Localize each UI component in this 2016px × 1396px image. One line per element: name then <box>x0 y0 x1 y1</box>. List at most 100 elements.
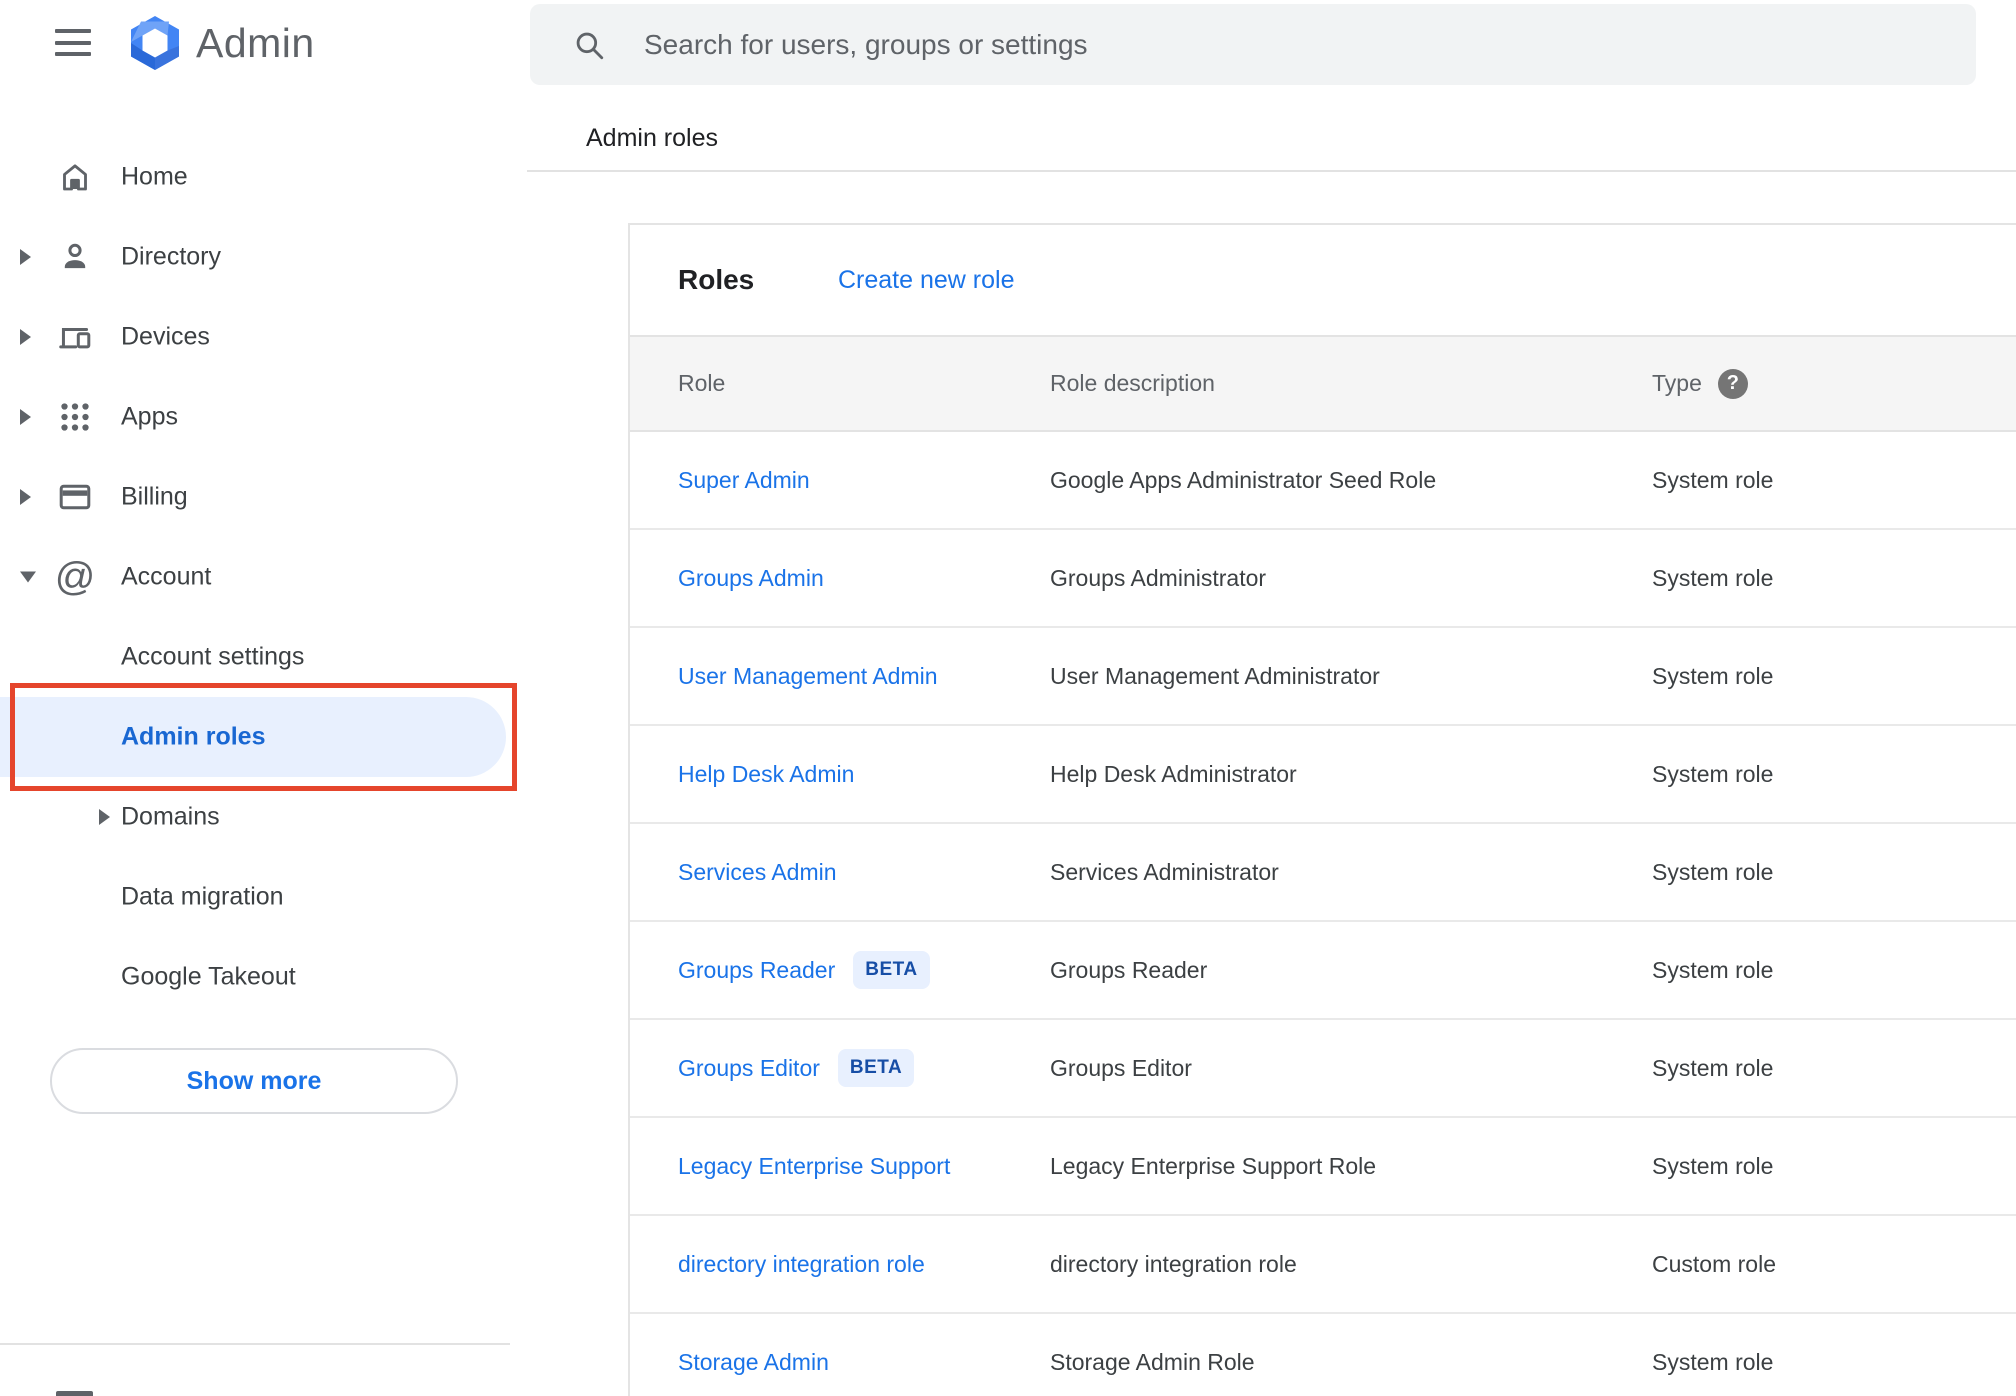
sidebar-item-label: Billing <box>121 482 188 511</box>
sidebar-item-label: Google Takeout <box>121 962 296 991</box>
sidebar-item-label: Admin roles <box>121 722 266 751</box>
chevron-right-icon[interactable] <box>20 489 31 505</box>
person-icon <box>55 237 95 277</box>
sidebar-item-home[interactable]: Home <box>0 137 516 217</box>
table-row: directory integration role directory inte… <box>630 1216 2016 1314</box>
role-cell: Storage Admin <box>678 1314 829 1396</box>
table-row: Services Admin Services Administrator Syst… <box>630 824 2016 922</box>
role-description-cell: Google Apps Administrator Seed Role <box>1050 466 1437 493</box>
role-type-cell: System role <box>1652 662 1774 689</box>
role-link[interactable]: Storage Admin <box>678 1349 829 1376</box>
column-header-description: Role description <box>1050 370 1215 396</box>
create-new-role-link[interactable]: Create new role <box>838 225 1014 335</box>
show-more-button[interactable]: Show more <box>50 1048 458 1114</box>
role-cell: Groups Admin <box>678 530 824 626</box>
role-link[interactable]: Help Desk Admin <box>678 761 854 788</box>
sidebar-item-devices[interactable]: Devices <box>0 297 516 377</box>
hamburger-menu-button[interactable] <box>55 29 91 56</box>
role-link[interactable]: directory integration role <box>678 1251 925 1278</box>
chevron-right-icon[interactable] <box>99 809 110 825</box>
chevron-down-icon[interactable] <box>20 571 36 583</box>
table-row: Help Desk Admin Help Desk Administrator Sy… <box>630 726 2016 824</box>
sidebar-item-label: Apps <box>121 402 178 431</box>
role-type-cell: System role <box>1652 564 1774 591</box>
app-title: Admin <box>196 19 315 66</box>
partial-bottom-icon <box>56 1391 93 1396</box>
role-cell: Services Admin <box>678 824 837 920</box>
role-link[interactable]: Super Admin <box>678 467 810 494</box>
breadcrumb: Admin roles <box>586 124 718 152</box>
help-icon[interactable]: ? <box>1717 368 1748 399</box>
role-description-cell: Help Desk Administrator <box>1050 760 1297 787</box>
sidebar-item-directory[interactable]: Directory <box>0 217 516 297</box>
roles-card: Roles Create new role Role Role descript… <box>628 223 2016 1396</box>
card-header: Roles Create new role <box>630 225 2016 335</box>
sidebar-item-label: Home <box>121 162 188 191</box>
sidebar-item-google-takeout[interactable]: Google Takeout <box>0 937 516 1017</box>
admin-logo-icon <box>127 13 183 73</box>
role-type-cell: Custom role <box>1652 1250 1776 1277</box>
sidebar: Admin Home Directory Devices Apps Billing @ Ac… <box>0 0 517 1396</box>
column-header-role: Role <box>678 370 726 396</box>
table-row: Groups Editor BETA Groups Editor System rol… <box>630 1020 2016 1118</box>
table-row: Legacy Enterprise Support Legacy Enterpri… <box>630 1118 2016 1216</box>
search-input[interactable] <box>644 4 1924 85</box>
role-link[interactable]: Groups Editor <box>678 1055 820 1082</box>
sidebar-item-label: Domains <box>121 802 220 831</box>
sidebar-nav: Home Directory Devices Apps Billing @ Account A… <box>0 137 516 1017</box>
role-link[interactable]: User Management Admin <box>678 663 938 690</box>
role-cell: Super Admin <box>678 432 810 528</box>
role-link[interactable]: Groups Reader <box>678 957 835 984</box>
sidebar-item-label: Directory <box>121 242 222 271</box>
sidebar-item-data-migration[interactable]: Data migration <box>0 857 516 937</box>
search-icon <box>572 28 606 67</box>
header-divider <box>527 170 2016 172</box>
chevron-right-icon[interactable] <box>20 329 31 345</box>
role-description-cell: Groups Administrator <box>1050 564 1267 591</box>
beta-badge: BETA <box>853 951 930 989</box>
apps-grid-icon <box>55 397 95 437</box>
role-cell: Groups Editor BETA <box>678 1020 915 1116</box>
role-type-cell: System role <box>1652 1152 1774 1179</box>
at-sign-icon: @ <box>54 555 96 599</box>
role-type-cell: System role <box>1652 858 1774 885</box>
role-description-cell: Services Administrator <box>1050 858 1279 885</box>
role-type-cell: System role <box>1652 956 1774 983</box>
sidebar-item-label: Account <box>121 562 212 591</box>
role-description-cell: directory integration role <box>1050 1250 1297 1277</box>
home-icon <box>55 157 95 197</box>
role-description-cell: Groups Editor <box>1050 1054 1192 1081</box>
role-link[interactable]: Groups Admin <box>678 565 824 592</box>
role-type-cell: System role <box>1652 760 1774 787</box>
hamburger-icon <box>55 29 91 33</box>
sidebar-item-label: Devices <box>121 322 210 351</box>
role-description-cell: Groups Reader <box>1050 956 1208 983</box>
table-row: Super Admin Google Apps Administrator See… <box>630 432 2016 530</box>
column-header-type: Type ? <box>1652 337 1748 430</box>
sidebar-item-admin-roles[interactable]: Admin roles <box>0 697 506 777</box>
sidebar-item-domains[interactable]: Domains <box>0 777 516 857</box>
table-row: Storage Admin Storage Admin Role System ro… <box>630 1314 2016 1396</box>
role-description-cell: User Management Administrator <box>1050 662 1380 689</box>
role-description-cell: Storage Admin Role <box>1050 1348 1255 1375</box>
sidebar-item-account-settings[interactable]: Account settings <box>0 617 516 697</box>
sidebar-item-apps[interactable]: Apps <box>0 377 516 457</box>
table-header-row: Role Role description Type ? <box>630 335 2016 432</box>
role-cell: directory integration role <box>678 1216 925 1312</box>
sidebar-item-account[interactable]: @ Account <box>0 537 516 617</box>
role-cell: User Management Admin <box>678 628 938 724</box>
role-type-cell: System role <box>1652 1054 1774 1081</box>
role-link[interactable]: Legacy Enterprise Support <box>678 1153 950 1180</box>
sidebar-item-label: Account settings <box>121 642 305 671</box>
beta-badge: BETA <box>837 1049 915 1087</box>
chevron-right-icon[interactable] <box>20 409 31 425</box>
sidebar-item-billing[interactable]: Billing <box>0 457 516 537</box>
table-row: User Management Admin User Management Adm… <box>630 628 2016 726</box>
role-description-cell: Legacy Enterprise Support Role <box>1050 1152 1377 1179</box>
credit-card-icon <box>55 477 95 517</box>
role-link[interactable]: Services Admin <box>678 859 837 886</box>
role-cell: Legacy Enterprise Support <box>678 1118 950 1214</box>
chevron-right-icon[interactable] <box>20 249 31 265</box>
search-bar[interactable] <box>530 4 1976 85</box>
role-type-cell: System role <box>1652 466 1774 493</box>
